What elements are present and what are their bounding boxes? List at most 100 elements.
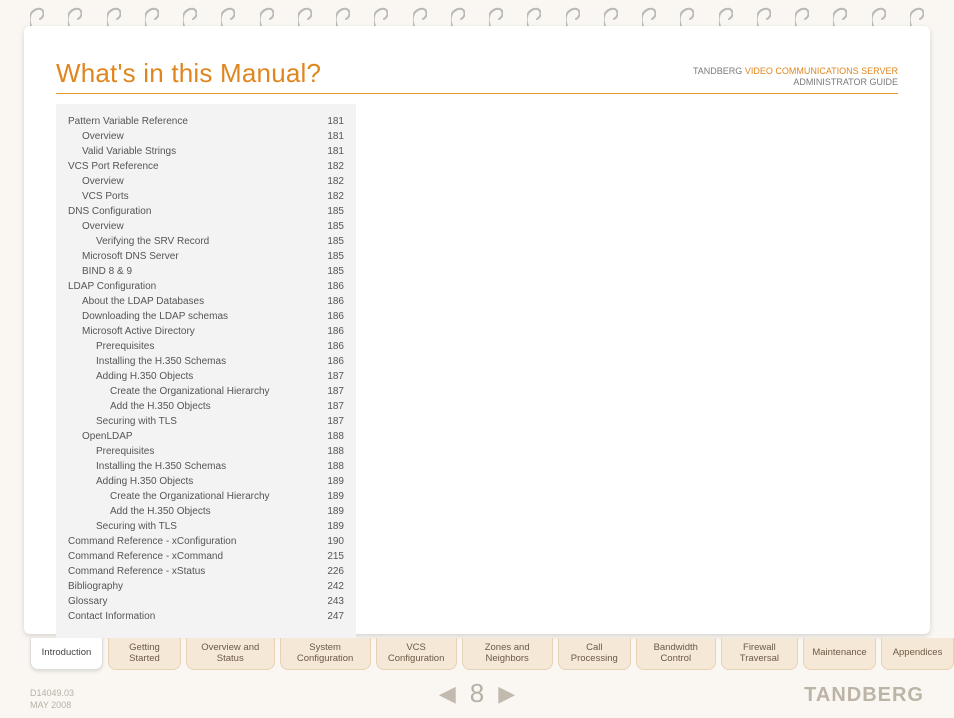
toc-entry-label: Valid Variable Strings [82,144,176,159]
toc-entry-label: Overview [82,129,124,144]
toc-entry-page: 181 [327,114,344,129]
toc-entry-page: 189 [327,474,344,489]
toc-entry-page: 242 [327,579,344,594]
toc-entry[interactable]: BIND 8 & 9185 [68,264,344,279]
toc-entry-page: 187 [327,369,344,384]
toc-entry[interactable]: Overview 181 [68,129,344,144]
tab-appendices[interactable]: Appendices [881,638,954,670]
toc-entry[interactable]: Securing with TLS187 [68,414,344,429]
toc-entry[interactable]: Create the Organizational Hierarchy187 [68,384,344,399]
toc-entry-page: 182 [327,174,344,189]
toc-entry[interactable]: Add the H.350 Objects189 [68,504,344,519]
toc-entry[interactable]: Valid Variable Strings 181 [68,144,344,159]
toc-entry-page: 181 [327,144,344,159]
toc-entry-label: Add the H.350 Objects [110,504,211,519]
toc-entry-page: 185 [327,264,344,279]
toc-entry-page: 185 [327,234,344,249]
tab-zones-and-neighbors[interactable]: Zones and Neighbors [462,638,553,670]
toc-entry-page: 186 [327,339,344,354]
toc-entry-label: Command Reference - xStatus [68,564,205,579]
tab-vcs-configuration[interactable]: VCS Configuration [376,638,457,670]
toc-entry-label: Create the Organizational Hierarchy [110,384,270,399]
toc-entry-page: 215 [327,549,344,564]
toc-entry[interactable]: Prerequisites186 [68,339,344,354]
toc-entry-label: Glossary [68,594,107,609]
toc-entry-page: 185 [327,249,344,264]
tab-introduction[interactable]: Introduction [30,638,103,670]
next-page-arrow-icon[interactable]: ▶ [498,681,515,707]
toc-entry[interactable]: Contact Information247 [68,609,344,624]
tab-maintenance[interactable]: Maintenance [803,638,876,670]
header-brand: TANDBERG [693,66,742,76]
tab-bar: IntroductionGetting StartedOverview and … [30,638,954,670]
toc-entry-label: About the LDAP Databases [82,294,204,309]
toc-entry[interactable]: Command Reference - xStatus 226 [68,564,344,579]
toc-entry[interactable]: DNS Configuration185 [68,204,344,219]
toc-entry[interactable]: LDAP Configuration 186 [68,279,344,294]
toc-entry-label: Installing the H.350 Schemas [96,459,226,474]
toc-entry[interactable]: VCS Port Reference182 [68,159,344,174]
tab-overview-and-status[interactable]: Overview and Status [186,638,275,670]
toc-entry-page: 182 [327,159,344,174]
toc-entry[interactable]: Microsoft DNS Server185 [68,249,344,264]
toc-entry-label: DNS Configuration [68,204,151,219]
toc-entry[interactable]: Command Reference - xConfiguration190 [68,534,344,549]
toc-entry-label: Add the H.350 Objects [110,399,211,414]
toc-entry[interactable]: Prerequisites 188 [68,444,344,459]
toc-entry[interactable]: Add the H.350 Objects 187 [68,399,344,414]
toc-entry[interactable]: Create the Organizational Hierarchy 189 [68,489,344,504]
toc-entry-label: Adding H.350 Objects [96,474,193,489]
toc-entry-page: 181 [327,129,344,144]
tab-firewall-traversal[interactable]: Firewall Traversal [721,638,798,670]
tab-bandwidth-control[interactable]: Bandwidth Control [636,638,716,670]
toc-entry-label: Prerequisites [96,444,154,459]
toc-entry[interactable]: Pattern Variable Reference 181 [68,114,344,129]
toc-entry-label: OpenLDAP [82,429,133,444]
toc-entry[interactable]: Securing with TLS 189 [68,519,344,534]
toc-entry[interactable]: About the LDAP Databases186 [68,294,344,309]
toc-entry[interactable]: VCS Ports182 [68,189,344,204]
tab-call-processing[interactable]: Call Processing [558,638,631,670]
toc-entry-label: Command Reference - xConfiguration [68,534,236,549]
header-subtitle: ADMINISTRATOR GUIDE [693,77,898,89]
header-right: TANDBERG VIDEO COMMUNICATIONS SERVER ADM… [693,66,898,89]
tab-getting-started[interactable]: Getting Started [108,638,181,670]
toc-entry[interactable]: Command Reference - xCommand215 [68,549,344,564]
toc-panel: Pattern Variable Reference 181 Overview 181… [56,104,356,638]
brand-logo: TANDBERG [804,684,924,707]
toc-entry[interactable]: OpenLDAP188 [68,429,344,444]
toc-entry-page: 189 [327,519,344,534]
toc-entry[interactable]: Glossary243 [68,594,344,609]
toc-entry-label: Securing with TLS [96,519,177,534]
toc-entry[interactable]: Bibliography 242 [68,579,344,594]
toc-entry-page: 185 [327,219,344,234]
toc-entry-page: 186 [327,279,344,294]
toc-entry[interactable]: Microsoft Active Directory186 [68,324,344,339]
toc-entry[interactable]: Installing the H.350 Schemas 188 [68,459,344,474]
toc-entry-label: Microsoft Active Directory [82,324,195,339]
toc-entry[interactable]: Downloading the LDAP schemas186 [68,309,344,324]
toc-entry-page: 188 [327,459,344,474]
toc-entry-page: 226 [327,564,344,579]
toc-entry[interactable]: Adding H.350 Objects 189 [68,474,344,489]
toc-entry[interactable]: Overview185 [68,219,344,234]
toc-entry[interactable]: Adding H.350 Objects 187 [68,369,344,384]
toc-entry-label: Create the Organizational Hierarchy [110,489,270,504]
toc-entry-label: Adding H.350 Objects [96,369,193,384]
prev-page-arrow-icon[interactable]: ◀ [439,681,456,707]
header-product: VIDEO COMMUNICATIONS SERVER [745,66,898,76]
toc-entry[interactable]: Overview182 [68,174,344,189]
page-card: What's in this Manual? TANDBERG VIDEO CO… [24,26,930,634]
toc-entry-page: 182 [327,189,344,204]
toc-entry-page: 187 [327,399,344,414]
toc-entry-label: Bibliography [68,579,123,594]
toc-entry-label: LDAP Configuration [68,279,156,294]
toc-entry-page: 188 [327,444,344,459]
page-number: 8 [470,678,484,709]
toc-entry[interactable]: Installing the H.350 Schemas186 [68,354,344,369]
toc-entry-label: Pattern Variable Reference [68,114,188,129]
toc-entry-page: 189 [327,489,344,504]
toc-entry[interactable]: Verifying the SRV Record185 [68,234,344,249]
toc-entry-label: Downloading the LDAP schemas [82,309,228,324]
tab-system-configuration[interactable]: System Configuration [280,638,371,670]
